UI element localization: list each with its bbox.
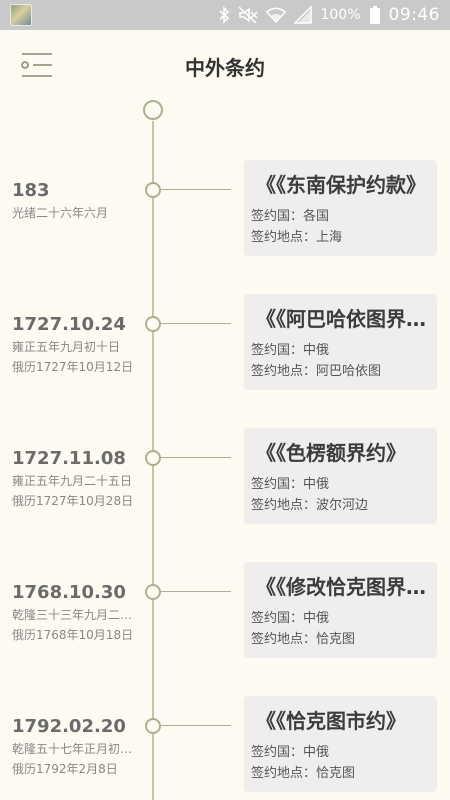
treaty-date-chinese: 雍正五年九月二十五日 bbox=[12, 474, 133, 488]
timeline-start-node bbox=[143, 100, 163, 120]
mute-icon bbox=[238, 0, 258, 30]
treaty-date: 1727.10.24 bbox=[12, 314, 126, 335]
treaty-title: 《《修改恰克图界约》 bbox=[256, 575, 431, 599]
treaty-country: 签约国：中俄 bbox=[251, 745, 330, 760]
battery-percent: 100% bbox=[320, 7, 361, 23]
treaty-date: 1792.02.20 bbox=[12, 716, 126, 737]
treaty-date-chinese: 乾隆三十三年九月二十日 bbox=[12, 608, 134, 622]
treaty-date: 1768.10.30 bbox=[12, 582, 126, 603]
page-title: 中外条约 bbox=[185, 56, 265, 80]
treaty-title: 《《阿巴哈依图界约》 bbox=[256, 307, 431, 331]
app-bar: 中外条约 bbox=[0, 30, 450, 100]
treaty-title: 《《恰克图市约》 bbox=[256, 709, 406, 733]
battery-icon bbox=[369, 0, 381, 30]
treaty-place: 签约地点：阿巴哈依图 bbox=[251, 364, 382, 379]
clock: 09:46 bbox=[388, 5, 440, 25]
treaty-card[interactable]: 《《恰克图市约》 签约国：中俄 签约地点：恰克图 bbox=[244, 696, 437, 792]
treaty-card[interactable]: 《《东南保护约款》 签约国：各国 签约地点：上海 bbox=[244, 160, 437, 256]
treaty-entry: 1792.02.20 乾隆五十七年正月初八日 俄历1792年2月8日 《《恰克图… bbox=[0, 696, 450, 796]
timeline-node bbox=[145, 718, 161, 734]
treaty-date: 1727.11.08 bbox=[12, 448, 126, 469]
treaty-title: 《《东南保护约款》 bbox=[256, 173, 426, 197]
treaty-place: 签约地点：波尔河边 bbox=[251, 498, 369, 513]
treaty-card[interactable]: 《《修改恰克图界约》 签约国：中俄 签约地点：恰克图 bbox=[244, 562, 437, 658]
treaty-entry: 1727.10.24 雍正五年九月初十日 俄历1727年10月12日 《《阿巴哈… bbox=[0, 294, 450, 394]
treaty-place: 签约地点：恰克图 bbox=[251, 632, 356, 647]
treaty-date-chinese: 乾隆五十七年正月初八日 bbox=[12, 742, 134, 756]
treaty-country: 签约国：各国 bbox=[251, 209, 330, 224]
treaty-entry: 1727.11.08 雍正五年九月二十五日 俄历1727年10月28日 《《色楞… bbox=[0, 428, 450, 528]
treaty-country: 签约国：中俄 bbox=[251, 477, 330, 492]
timeline-connector bbox=[161, 725, 231, 726]
treaty-date-russian: 俄历1727年10月12日 bbox=[12, 360, 134, 374]
signal-icon bbox=[294, 0, 313, 30]
treaty-country: 签约国：中俄 bbox=[251, 611, 330, 626]
treaty-entry: 183 光绪二十六年六月 《《东南保护约款》 签约国：各国 签约地点：上海 bbox=[0, 160, 450, 260]
timeline-connector bbox=[161, 591, 231, 592]
treaty-date-chinese: 雍正五年九月初十日 bbox=[12, 340, 121, 354]
treaty-card[interactable]: 《《色楞额界约》 签约国：中俄 签约地点：波尔河边 bbox=[244, 428, 437, 524]
treaty-date-russian: 俄历1792年2月8日 bbox=[12, 762, 118, 776]
treaty-date-russian: 俄历1768年10月18日 bbox=[12, 628, 134, 642]
status-icons: 100% 09:46 bbox=[218, 0, 440, 30]
treaty-entry: 1768.10.30 乾隆三十三年九月二十日 俄历1768年10月18日 《《修… bbox=[0, 562, 450, 662]
treaty-title: 《《色楞额界约》 bbox=[256, 441, 406, 465]
treaty-date-russian: 俄历1727年10月28日 bbox=[12, 494, 134, 508]
treaty-date: 183 bbox=[12, 180, 50, 201]
treaty-place: 签约地点：上海 bbox=[251, 230, 343, 245]
wifi-icon bbox=[266, 0, 287, 30]
timeline-connector bbox=[161, 457, 231, 458]
treaty-place: 签约地点：恰克图 bbox=[251, 766, 356, 781]
timeline-node bbox=[145, 182, 161, 198]
treaty-date-chinese: 光绪二十六年六月 bbox=[12, 206, 109, 220]
status-bar: 100% 09:46 bbox=[0, 0, 450, 30]
timeline-connector bbox=[161, 323, 231, 324]
timeline-node bbox=[145, 450, 161, 466]
treaty-card[interactable]: 《《阿巴哈依图界约》 签约国：中俄 签约地点：阿巴哈依图 bbox=[244, 294, 437, 390]
bluetooth-icon bbox=[218, 0, 230, 30]
timeline-connector bbox=[161, 189, 231, 190]
treaty-country: 签约国：中俄 bbox=[251, 343, 330, 358]
timeline-node bbox=[145, 316, 161, 332]
app-thumbnail-icon bbox=[10, 4, 32, 26]
timeline-node bbox=[145, 584, 161, 600]
